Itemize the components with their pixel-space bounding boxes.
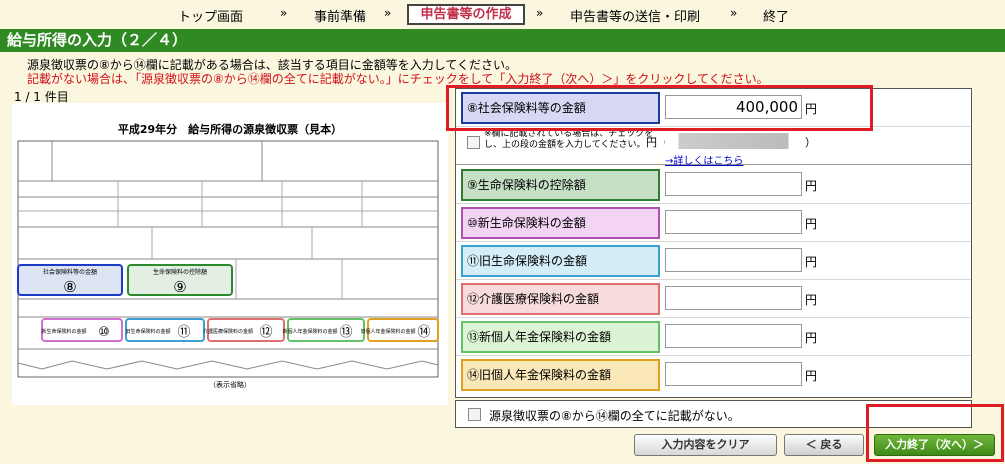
clear-input-button[interactable]: 入力内容をクリア xyxy=(634,434,777,456)
label-new-pension-insurance: ⑬新個人年金保険料の金額 xyxy=(461,321,660,353)
back-button[interactable]: ＜ 戻る xyxy=(784,434,864,456)
nav-preparation[interactable]: 事前準備 xyxy=(314,6,366,25)
yen-unit: 円 xyxy=(805,217,818,231)
sub-paren: ） xyxy=(805,136,816,149)
yen-unit: 円 xyxy=(805,293,818,307)
top-navigation: トップ画面 » 事前準備 » 申告書等の作成 » 申告書等の送信・印刷 » 終了 xyxy=(0,0,1005,28)
input-new-life-insurance[interactable] xyxy=(665,210,802,234)
slip-label-8: 社会保険料等の金額 xyxy=(43,268,97,276)
yen-unit: 円 xyxy=(805,369,818,383)
slip-num-10: ⑩ xyxy=(98,325,110,340)
input-old-pension-insurance[interactable] xyxy=(665,362,802,386)
input-life-insurance-deduction[interactable] xyxy=(665,172,802,196)
form-row-14: ⑭旧個人年金保険料の金額 円 xyxy=(456,356,971,394)
slip-label-10: 新生命保険料の金額 xyxy=(41,328,86,335)
slip-label-13: 新個人年金保険料の金額 xyxy=(282,328,337,335)
nav-arrow: » xyxy=(536,6,544,20)
withholding-slip-sample-image: 平成29年分 給与所得の源泉徴収票（見本） 社会保険料等の金額 ⑧ 生命保険料の… xyxy=(12,103,448,405)
no-entry-label[interactable]: 源泉徴収票の⑧から⑭欄の全てに記載がない。 xyxy=(489,407,740,424)
slip-title: 平成29年分 給与所得の源泉徴収票（見本） xyxy=(118,122,342,136)
slip-drawing: 平成29年分 給与所得の源泉徴収票（見本） 社会保険料等の金額 ⑧ 生命保険料の… xyxy=(12,103,448,405)
form-row-13: ⑬新個人年金保険料の金額 円 xyxy=(456,318,971,356)
slip-num-12: ⑫ xyxy=(259,325,272,340)
slip-label-14: 旧個人年金保険料の金額 xyxy=(360,328,415,335)
highlight-frame xyxy=(446,85,873,131)
form-row-11: ⑪旧生命保険料の金額 円 xyxy=(456,242,971,280)
slip-footer: （表示省略） xyxy=(209,380,251,389)
special-entry-input[interactable] xyxy=(665,133,802,149)
slip-num-8: ⑧ xyxy=(63,278,76,296)
input-old-life-insurance[interactable] xyxy=(665,248,802,272)
slip-num-11: ⑪ xyxy=(177,325,190,340)
form-subrow-8: ※欄に記載されている場合は、チェックをし、上の段の金額を入力してください。 円（… xyxy=(456,127,971,167)
nav-current-step: 申告書等の作成 xyxy=(407,4,525,25)
no-entry-checkbox[interactable] xyxy=(468,408,481,421)
form-row-9: ⑨生命保険料の控除額 円 xyxy=(456,166,971,204)
finish-next-button[interactable]: 入力終了（次へ）＞ xyxy=(874,434,995,456)
input-medical-care-insurance[interactable] xyxy=(665,286,802,310)
label-new-life-insurance: ⑩新生命保険料の金額 xyxy=(461,207,660,239)
slip-label-11: 旧生命保険料の金額 xyxy=(125,328,170,335)
nav-end[interactable]: 終了 xyxy=(763,6,789,25)
special-entry-text: ※欄に記載されている場合は、チェックをし、上の段の金額を入力してください。 xyxy=(484,129,654,150)
label-life-insurance-deduction: ⑨生命保険料の控除額 xyxy=(461,169,660,201)
details-link[interactable]: →詳しくはこちら xyxy=(665,152,743,167)
slip-num-14: ⑭ xyxy=(417,325,430,340)
label-old-life-insurance: ⑪旧生命保険料の金額 xyxy=(461,245,660,277)
yen-unit: 円 xyxy=(805,179,818,193)
form-row-10: ⑩新生命保険料の金額 円 xyxy=(456,204,971,242)
social-insurance-form: ⑧社会保険料等の金額 400,000 円 ※欄に記載されている場合は、チェックを… xyxy=(455,88,972,398)
slip-num-9: ⑨ xyxy=(173,278,186,296)
input-new-pension-insurance[interactable] xyxy=(665,324,802,348)
yen-unit: 円 xyxy=(805,255,818,269)
nav-arrow: » xyxy=(280,6,288,20)
slip-label-9: 生命保険料の控除額 xyxy=(153,268,207,276)
page-title: 給与所得の入力（２／４） xyxy=(0,29,1005,52)
nav-send-print[interactable]: 申告書等の送信・印刷 xyxy=(570,6,700,25)
special-entry-checkbox[interactable] xyxy=(467,136,480,149)
slip-label-12: 介護医療保険料の金額 xyxy=(203,328,253,335)
label-old-pension-insurance: ⑭旧個人年金保険料の金額 xyxy=(461,359,660,391)
nav-top-screen[interactable]: トップ画面 xyxy=(178,6,243,25)
form-row-12: ⑫介護医療保険料の金額 円 xyxy=(456,280,971,318)
nav-arrow: » xyxy=(730,6,738,20)
yen-unit: 円 xyxy=(805,331,818,345)
slip-num-13: ⑬ xyxy=(339,325,352,340)
nav-arrow: » xyxy=(384,6,392,20)
label-medical-care-insurance: ⑫介護医療保険料の金額 xyxy=(461,283,660,315)
